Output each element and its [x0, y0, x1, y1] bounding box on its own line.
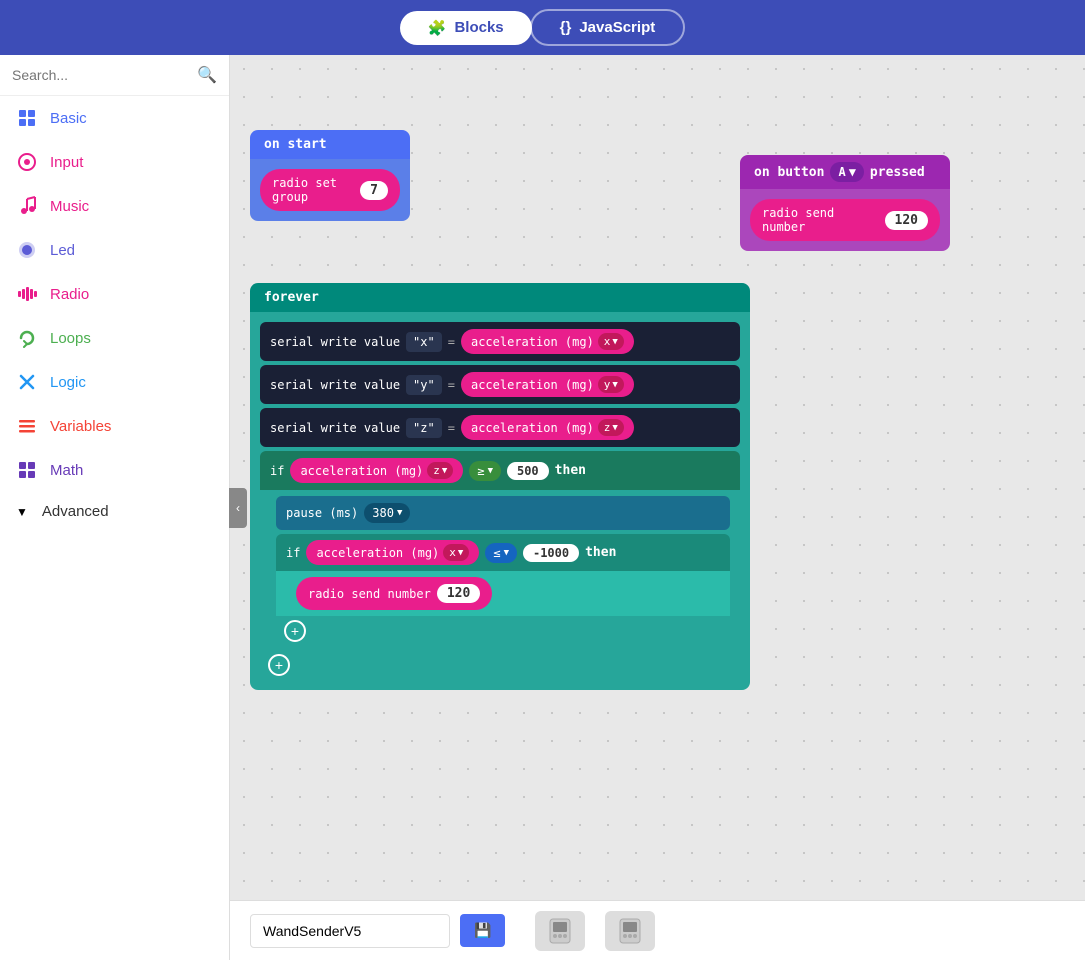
pause-dropdown[interactable]: 380 ▼	[364, 503, 410, 523]
on-button-block: on button A ▼ pressed radio send number …	[740, 155, 950, 251]
canvas-area[interactable]: on start radio set group 7 on button A ▼…	[230, 55, 1085, 960]
search-bar: 🔍	[0, 55, 229, 96]
main-layout: 🔍 Basic Input Music	[0, 55, 1085, 960]
on-start-header: on start	[250, 130, 410, 159]
advanced-collapse-icon: ▼	[16, 505, 28, 519]
accel-z-block[interactable]: acceleration (mg) z ▼	[461, 415, 634, 440]
forever-block: forever serial write value "x" = acceler…	[250, 283, 750, 690]
if-z-block: if acceleration (mg) z ▼ ≥ ▼ 500 then	[260, 451, 740, 490]
logic-icon	[16, 371, 38, 393]
project-name-input[interactable]	[250, 914, 450, 948]
button-a-dropdown[interactable]: A ▼	[830, 162, 863, 182]
music-label: Music	[50, 198, 89, 215]
blocks-tab-label: Blocks	[454, 19, 503, 36]
sidebar-item-logic[interactable]: Logic	[0, 360, 229, 404]
sidebar-item-advanced[interactable]: ▼ Advanced	[0, 492, 229, 531]
sim-device-2	[605, 911, 655, 951]
search-icon[interactable]: 🔍	[197, 65, 217, 85]
basic-label: Basic	[50, 110, 87, 127]
forever-body: serial write value "x" = acceleration (m…	[250, 312, 750, 690]
sim-device-1	[535, 911, 585, 951]
sidebar-toggle[interactable]: ‹	[229, 488, 247, 528]
save-icon: 💾	[474, 922, 491, 938]
on-start-body: radio set group 7	[250, 159, 410, 221]
serial-write-x: serial write value "x" = acceleration (m…	[260, 322, 740, 361]
sidebar: 🔍 Basic Input Music	[0, 55, 230, 960]
sidebar-item-radio[interactable]: Radio	[0, 272, 229, 316]
forever-header: forever	[250, 283, 750, 312]
neg-1000-value[interactable]: -1000	[523, 544, 579, 562]
if-accel-z[interactable]: acceleration (mg) z ▼	[290, 458, 463, 483]
radio-label: Radio	[50, 286, 89, 303]
search-input[interactable]	[12, 67, 197, 83]
on-button-body: radio send number 120	[740, 189, 950, 251]
blocks-icon: 🧩	[428, 19, 447, 37]
le-dropdown[interactable]: ≤ ▼	[485, 543, 517, 563]
led-icon	[16, 239, 38, 261]
simulator-devices	[535, 911, 655, 951]
outer-if-add-button[interactable]: +	[268, 654, 290, 676]
sidebar-item-loops[interactable]: Loops	[0, 316, 229, 360]
loops-icon	[16, 327, 38, 349]
music-icon	[16, 195, 38, 217]
accel-x-block[interactable]: acceleration (mg) x ▼	[461, 329, 634, 354]
sidebar-item-variables[interactable]: Variables	[0, 404, 229, 448]
inner-if-block: if acceleration (mg) x ▼ ≤ ▼ -1000 then	[276, 534, 730, 571]
save-button[interactable]: 💾	[460, 914, 505, 947]
sidebar-item-input[interactable]: Input	[0, 140, 229, 184]
accel-y-block[interactable]: acceleration (mg) y ▼	[461, 372, 634, 397]
js-icon: {}	[560, 19, 572, 36]
ge-dropdown[interactable]: ≥ ▼	[469, 461, 501, 481]
math-label: Math	[50, 462, 83, 479]
tab-javascript[interactable]: {} JavaScript	[530, 9, 686, 46]
loops-label: Loops	[50, 330, 91, 347]
bottom-bar: 💾	[230, 900, 1085, 960]
js-tab-label: JavaScript	[579, 19, 655, 36]
basic-icon	[16, 107, 38, 129]
inner-if-add-button[interactable]: +	[284, 620, 306, 642]
input-icon	[16, 151, 38, 173]
radio-icon	[16, 283, 38, 305]
logic-label: Logic	[50, 374, 86, 391]
sidebar-item-music[interactable]: Music	[0, 184, 229, 228]
sidebar-item-basic[interactable]: Basic	[0, 96, 229, 140]
sidebar-item-led[interactable]: Led	[0, 228, 229, 272]
radio-send-number-block[interactable]: radio send number 120	[750, 199, 940, 241]
input-label: Input	[50, 154, 83, 171]
on-button-header: on button A ▼ pressed	[740, 155, 950, 189]
serial-write-y: serial write value "y" = acceleration (m…	[260, 365, 740, 404]
radio-group-value[interactable]: 7	[360, 181, 388, 200]
threshold-500[interactable]: 500	[507, 462, 549, 480]
variables-label: Variables	[50, 418, 111, 435]
on-start-block: on start radio set group 7	[250, 130, 410, 221]
sidebar-item-math[interactable]: Math	[0, 448, 229, 492]
advanced-label: Advanced	[42, 503, 109, 520]
serial-write-z: serial write value "z" = acceleration (m…	[260, 408, 740, 447]
inner-radio-send[interactable]: radio send number 120	[296, 577, 492, 610]
variables-icon	[16, 415, 38, 437]
header: 🧩 Blocks {} JavaScript	[0, 0, 1085, 55]
inner-accel-x[interactable]: acceleration (mg) x ▼	[306, 540, 479, 565]
pause-block: pause (ms) 380 ▼	[276, 496, 730, 530]
tab-blocks[interactable]: 🧩 Blocks	[400, 11, 532, 45]
radio-set-group-block[interactable]: radio set group 7	[260, 169, 400, 211]
led-label: Led	[50, 242, 75, 259]
math-icon	[16, 459, 38, 481]
radio-send-value[interactable]: 120	[885, 211, 928, 230]
